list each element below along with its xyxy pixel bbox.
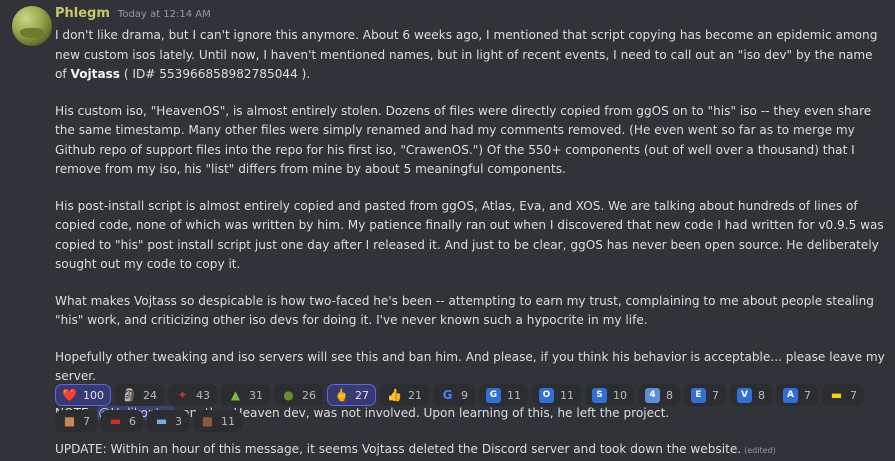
paragraph-text: ( ID# 553966858982785044 ). <box>120 67 311 81</box>
reaction-count: 31 <box>249 388 263 402</box>
reaction-button[interactable]: 🗿 24 <box>115 384 164 406</box>
reaction-button[interactable]: E7 <box>684 384 726 406</box>
reaction-count: 11 <box>560 388 574 402</box>
reaction-count: 24 <box>143 388 157 402</box>
reaction-button[interactable]: 🖕 27 <box>327 384 376 406</box>
letter-e-icon: E <box>691 387 706 403</box>
reaction-count: 10 <box>613 388 627 402</box>
letter-g-icon: G <box>486 387 501 403</box>
reaction-button[interactable]: ▬ 6 <box>101 410 143 432</box>
edited-label: (edited) <box>744 446 776 455</box>
message-paragraph-3: His post-install script is almost entire… <box>55 198 884 272</box>
reaction-count: 11 <box>221 414 235 428</box>
reaction-count: 27 <box>355 388 369 402</box>
russia-flag-icon: ▬ <box>109 414 122 428</box>
reaction-count: 26 <box>302 388 316 402</box>
reaction-button[interactable]: 👍 21 <box>380 384 429 406</box>
reaction-button[interactable]: ❤️ 100 <box>55 384 111 406</box>
message-header: Phlegm Today at 12:14 AM <box>55 6 887 26</box>
reaction-count: 21 <box>408 388 422 402</box>
reaction-count: 43 <box>196 388 210 402</box>
argentina-flag-icon: ▬ <box>155 414 168 428</box>
letter-s-icon: S <box>592 387 607 403</box>
reaction-button[interactable]: ■ 7 <box>55 410 97 432</box>
reaction-count: 7 <box>83 414 90 428</box>
thumbs-up-icon: 👍 <box>387 388 402 402</box>
reaction-count: 100 <box>83 388 104 402</box>
message-paragraph-4: What makes Vojtass so despicable is how … <box>55 293 874 328</box>
reaction-count: 9 <box>461 388 468 402</box>
custom-photo-icon: ■ <box>201 414 214 428</box>
letter-a-icon: A <box>783 387 798 403</box>
message-paragraph-7: UPDATE: Within an hour of this message, … <box>55 440 887 461</box>
reaction-button[interactable]: G 11 <box>479 384 528 406</box>
reactions-bar: ❤️ 100 🗿 24 ✦ 43 ▲ 31 ● 26 🖕 27 👍 21 G 9 G 11 O 11 S 10 4 8 E 7 V 8… <box>55 384 891 432</box>
reaction-button[interactable]: V8 <box>730 384 772 406</box>
reaction-button[interactable]: ▲ 31 <box>221 384 270 406</box>
paragraph-text: UPDATE: Within an hour of this message, … <box>55 442 742 456</box>
middle-finger-icon: 🖕 <box>334 388 349 402</box>
reaction-button[interactable]: ▬ 7 <box>822 384 864 406</box>
timestamp[interactable]: Today at 12:14 AM <box>118 9 211 20</box>
custom-face-icon: ■ <box>63 414 76 428</box>
avatar[interactable] <box>12 6 52 46</box>
reaction-count: 7 <box>850 388 857 402</box>
custom-blob-icon: ● <box>283 388 294 402</box>
keycap-4-icon: 4 <box>645 387 660 403</box>
username[interactable]: Phlegm <box>55 6 110 21</box>
message-paragraph-5: Hopefully other tweaking and iso servers… <box>55 349 885 384</box>
reaction-button[interactable]: G9 <box>433 384 475 406</box>
reaction-count: 7 <box>712 388 719 402</box>
reaction-count: 11 <box>507 388 521 402</box>
reaction-button[interactable]: S 10 <box>585 384 634 406</box>
reaction-button[interactable]: ▬ 3 <box>147 410 189 432</box>
reaction-count: 6 <box>129 414 136 428</box>
custom-green-icon: ▲ <box>230 388 241 402</box>
reaction-count: 8 <box>758 388 765 402</box>
reaction-count: 8 <box>666 388 673 402</box>
letter-v-icon: V <box>737 387 752 403</box>
reaction-button[interactable]: A7 <box>776 384 818 406</box>
reaction-button[interactable]: O 11 <box>532 384 581 406</box>
reaction-count: 3 <box>175 414 182 428</box>
ukraine-flag-icon: ▬ <box>830 388 843 402</box>
letter-o-icon: O <box>539 387 554 403</box>
reaction-button[interactable]: 48 <box>638 384 680 406</box>
bold-name: Vojtass <box>70 67 121 81</box>
reaction-button[interactable]: ■ 11 <box>193 410 242 432</box>
red-heart-icon: ❤️ <box>62 388 77 402</box>
chat-message: Phlegm Today at 12:14 AM I don't like dr… <box>0 0 895 456</box>
message-paragraph-1: I don't like drama, but I can't ignore t… <box>55 26 887 85</box>
moai-icon: 🗿 <box>122 388 137 402</box>
reaction-button[interactable]: ✦ 43 <box>168 384 217 406</box>
message-paragraph-2: His custom iso, "HeavenOS", is almost en… <box>55 103 872 177</box>
google-g-icon: G <box>442 388 453 402</box>
custom-sparkle-icon: ✦ <box>177 388 188 402</box>
reaction-button[interactable]: ● 26 <box>274 384 323 406</box>
reaction-count: 7 <box>804 388 811 402</box>
